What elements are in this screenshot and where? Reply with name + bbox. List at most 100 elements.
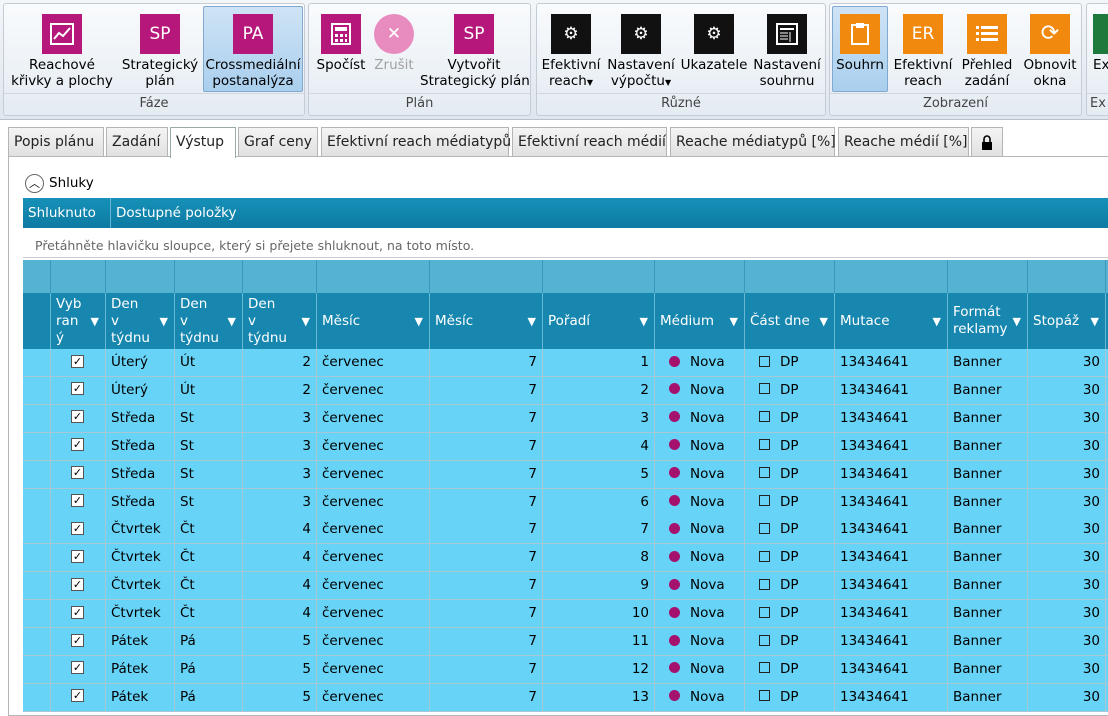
table-row[interactable]: ✓ Úterý Út 2 červenec 7 2 Nova DP 13434641 Banner 3…	[23, 376, 1108, 405]
daypart-square-icon	[759, 522, 770, 534]
tab-popis-planu[interactable]: Popis plánu	[8, 127, 104, 157]
checkbox[interactable]: ✓	[71, 354, 84, 368]
column-header-mutation[interactable]: Mutace ▼	[835, 293, 948, 349]
calc-settings-label: Nastavení	[607, 57, 675, 73]
filter-icon[interactable]: ▼	[302, 313, 310, 330]
strategic-plan-button[interactable]: SP Strategický plán	[119, 6, 201, 92]
table-row[interactable]: ✓ Středa St 3 červenec 7 4 Nova DP 13434641 Banner…	[23, 432, 1108, 461]
table-row[interactable]: ✓ Čtvrtek Čt 4 červenec 7 7 Nova DP 13434641 Banne…	[23, 516, 1108, 545]
tab-reache-medii[interactable]: Reache médií [%]	[838, 127, 969, 157]
cancel-button[interactable]: ✕ Zrušit	[371, 6, 417, 92]
table-row[interactable]: ✓ Středa St 3 červenec 7 5 Nova DP 13434641 Banner…	[23, 460, 1108, 489]
checkbox[interactable]: ✓	[71, 521, 84, 535]
table-row[interactable]: ✓ Pátek Pá 5 červenec 7 11 Nova DP 13434641 Banner…	[23, 628, 1108, 656]
stopaz-cell: 30	[1028, 376, 1106, 405]
tab-lock[interactable]	[971, 127, 1003, 157]
summary-settings-button[interactable]: Nastavení souhrnu	[751, 6, 823, 92]
checkbox[interactable]: ✓	[71, 633, 84, 647]
table-row[interactable]: ✓ Úterý Út 2 červenec 7 1 Nova DP 13434641 Banner 3…	[23, 349, 1108, 377]
medium-value: Nova	[690, 577, 725, 594]
checkbox[interactable]: ✓	[71, 410, 84, 424]
monthnum-cell: 7	[430, 404, 543, 433]
tab-efektivni-reach-mediatypu[interactable]: Efektivní reach médiatypů	[321, 127, 511, 157]
checkbox[interactable]: ✓	[71, 466, 84, 480]
column-header-daynum[interactable]: Den v týdnu ▼	[243, 293, 317, 349]
group-label-plan: Plán	[309, 93, 530, 113]
drag-hint[interactable]: Přetáhněte hlavičku sloupce, který si př…	[23, 228, 1108, 258]
column-header-order[interactable]: Pořadí ▼	[543, 293, 655, 349]
filter-icon[interactable]: ▼	[91, 313, 99, 330]
table-row[interactable]: ✓ Pátek Pá 5 červenec 7 12 Nova DP 13434641 Banner…	[23, 655, 1108, 684]
checkbox[interactable]: ✓	[71, 689, 84, 703]
daypart-square-icon	[759, 662, 770, 674]
row-indicator-cell	[23, 683, 51, 712]
column-header-sel[interactable]: Vyb ran ý ▼	[51, 293, 106, 349]
ex-button[interactable]: Ex	[1089, 6, 1108, 92]
table-row[interactable]: ✓ Středa St 3 červenec 7 6 Nova DP 13434641 Banner…	[23, 488, 1108, 517]
column-header-monthnum[interactable]: Měsíc ▼	[430, 293, 543, 349]
format-cell: Banner	[948, 516, 1028, 545]
filter-icon[interactable]: ▼	[820, 313, 828, 330]
dayshort-cell: St	[175, 460, 243, 489]
checkbox[interactable]: ✓	[71, 661, 84, 675]
filter-icon[interactable]: ▼	[933, 313, 941, 330]
mutation-cell: 13434641	[835, 544, 948, 573]
table-row[interactable]: ✓ Pátek Pá 5 červenec 7 13 Nova DP 13434641 Banner…	[23, 683, 1108, 712]
filter-icon[interactable]: ▼	[1091, 313, 1099, 330]
tab-efektivni-reach-medii[interactable]: Efektivní reach médií	[512, 127, 667, 157]
checkbox[interactable]: ✓	[71, 438, 84, 452]
order-cell: 12	[543, 655, 655, 684]
create-strategic-plan-button[interactable]: SP Vytvořit Strategický plán	[419, 6, 530, 92]
tab-graf-ceny[interactable]: Graf ceny	[238, 127, 318, 157]
checkbox[interactable]: ✓	[71, 494, 84, 507]
column-header-month[interactable]: Měsíc ▼	[317, 293, 430, 349]
indicators-button[interactable]: ⚙ Ukazatele	[679, 6, 749, 92]
filter-icon[interactable]: ▼	[228, 313, 236, 330]
day-cell: Středa	[106, 404, 175, 433]
calc-settings-dropdown[interactable]: ⚙ Nastavení výpočtu▼	[605, 6, 677, 92]
checkbox[interactable]: ✓	[71, 382, 84, 396]
column-header-stopaz[interactable]: Stopáž ▼	[1028, 293, 1106, 349]
medium-cell: Nova	[655, 404, 745, 433]
tab-reache-mediatypu[interactable]: Reache médiatypů [%]	[670, 127, 836, 157]
column-header-medium[interactable]: Médium ▼	[655, 293, 745, 349]
overview-button[interactable]: Přehled zadání	[958, 6, 1016, 92]
tab-vystup[interactable]: Výstup	[170, 127, 236, 158]
calculate-button[interactable]: Spočíst	[312, 6, 370, 92]
column-header-day[interactable]: Den v týdnu ▼	[106, 293, 175, 349]
daynum-cell: 3	[243, 460, 317, 489]
filter-icon[interactable]: ▼	[1013, 313, 1021, 330]
checkbox[interactable]: ✓	[71, 549, 84, 563]
band-cell	[948, 260, 1028, 293]
ribbon-group-plan: Spočíst ✕ Zrušit SP Vytvořit Strategický …	[308, 3, 531, 116]
excel-icon	[1093, 14, 1108, 54]
clusters-toggle[interactable]: ︿ Shluky	[25, 173, 94, 193]
column-header-row: Vyb ran ý ▼ Den v týdnu ▼ Den v týdnu ▼ Den v …	[23, 293, 1108, 349]
column-header-format[interactable]: Formát reklamy ▼	[948, 293, 1028, 349]
crossmedia-postanalysis-button[interactable]: PA Crossmediální postanalýza	[203, 6, 303, 92]
filter-icon[interactable]: ▼	[730, 313, 738, 330]
indicators-label: Ukazatele	[680, 57, 748, 73]
filter-icon[interactable]: ▼	[640, 313, 648, 330]
table-row[interactable]: ✓ Čtvrtek Čt 4 červenec 7 10 Nova DP 13434641 Bann…	[23, 600, 1108, 629]
table-row[interactable]: ✓ Středa St 3 červenec 7 3 Nova DP 13434641 Banner…	[23, 404, 1108, 433]
column-header-part[interactable]: Část dne ▼	[745, 293, 835, 349]
summary-button[interactable]: Souhrn	[832, 6, 888, 92]
daynum-cell: 5	[243, 628, 317, 656]
monthnum-cell: 7	[430, 460, 543, 489]
daypart-value: DP	[780, 605, 799, 622]
refresh-windows-button[interactable]: ⟳ Obnovit okna	[1020, 6, 1080, 92]
table-row[interactable]: ✓ Čtvrtek Čt 4 červenec 7 9 Nova DP 13434641 Banne…	[23, 572, 1108, 601]
filter-icon[interactable]: ▼	[160, 313, 168, 330]
reach-curves-button[interactable]: Reachové křivky a plochy	[7, 6, 117, 92]
checkbox[interactable]: ✓	[71, 605, 84, 619]
filter-icon[interactable]: ▼	[415, 313, 423, 330]
table-row[interactable]: ✓ Čtvrtek Čt 4 červenec 7 8 Nova DP 13434641 Banne…	[23, 544, 1108, 573]
checkbox[interactable]: ✓	[71, 577, 84, 591]
reach-curves-label-2: křivky a plochy	[11, 73, 113, 89]
tab-zadani[interactable]: Zadání	[106, 127, 168, 157]
er-view-button[interactable]: ER Efektivní reach	[892, 6, 954, 92]
effective-reach-dropdown[interactable]: ⚙ Efektivní reach▼	[540, 6, 602, 92]
column-header-dayshort[interactable]: Den v týdnu ▼	[175, 293, 243, 349]
filter-icon[interactable]: ▼	[528, 313, 536, 330]
